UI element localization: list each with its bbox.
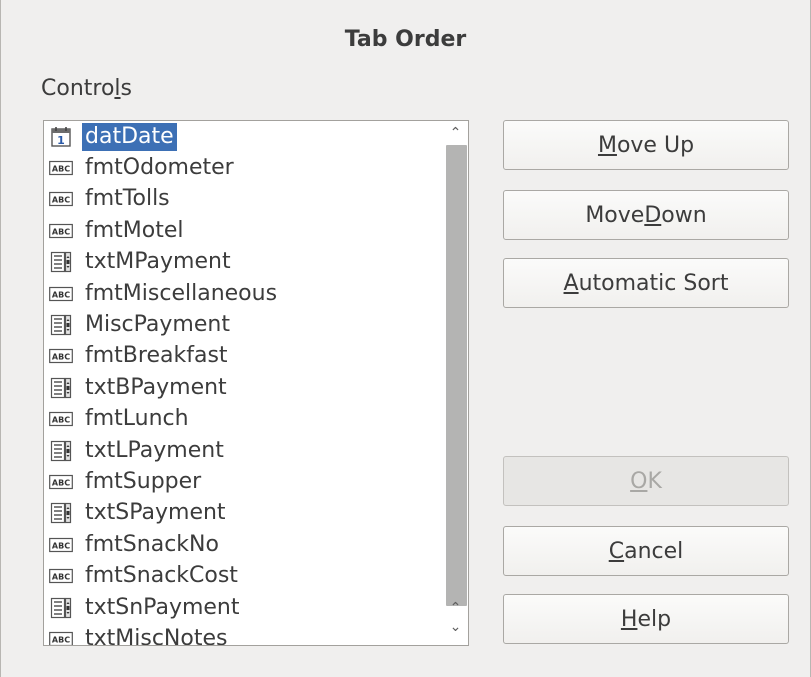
scroll-up-icon[interactable]: ⌃ <box>443 598 468 618</box>
list-item-label: txtSPayment <box>85 500 226 526</box>
controls-label: Controls <box>41 76 132 101</box>
scroll-up-top-icon[interactable]: ⌃ <box>443 123 468 143</box>
svg-text:ABC: ABC <box>52 196 70 205</box>
list-item[interactable]: ABC fmtOdometer <box>44 152 440 183</box>
move-down-label: own <box>661 202 707 228</box>
svg-text:ABC: ABC <box>52 353 70 362</box>
formatted-field-icon: ABC <box>49 471 73 493</box>
list-item-label: datDate <box>82 122 177 151</box>
help-button[interactable]: Help <box>503 594 789 644</box>
move-down-mnemonic: D <box>644 202 662 228</box>
ok-mnemonic: O <box>630 468 648 494</box>
controls-label-post: s <box>120 76 133 101</box>
list-item[interactable]: txtSPayment <box>44 498 440 529</box>
list-item[interactable]: txtLPayment <box>44 435 440 466</box>
move-down-button[interactable]: Move Down <box>503 190 789 240</box>
list-item[interactable]: ABC fmtMotel <box>44 215 440 246</box>
scroll-thumb[interactable] <box>446 145 467 606</box>
list-item-label: fmtSnackNo <box>85 531 219 557</box>
list-item-label: fmtBreakfast <box>85 343 228 369</box>
svg-text:ABC: ABC <box>52 636 70 645</box>
dialog-title: Tab Order <box>344 26 467 52</box>
list-item[interactable]: ABC fmtLunch <box>44 404 440 435</box>
automatic-sort-mnemonic: A <box>563 270 579 296</box>
list-item[interactable]: txtBPayment <box>44 372 440 403</box>
svg-text:ABC: ABC <box>52 416 70 425</box>
list-item-label: fmtOdometer <box>85 155 234 181</box>
formatted-field-icon: ABC <box>49 628 73 645</box>
formatted-field-icon: ABC <box>49 565 73 587</box>
move-up-label: ove Up <box>616 132 695 158</box>
automatic-sort-label: utomatic Sort <box>578 270 729 296</box>
list-item[interactable]: ABC fmtSnackCost <box>44 560 440 591</box>
text-box-icon <box>49 377 73 399</box>
help-label: elp <box>637 606 672 632</box>
list-item-label: fmtMiscellaneous <box>85 280 278 306</box>
list-item-label: fmtSupper <box>85 468 202 494</box>
scroll-down-icon[interactable]: ⌄ <box>443 617 468 637</box>
controls-label-pre: Contro <box>41 76 115 101</box>
text-box-icon <box>49 251 73 273</box>
formatted-field-icon: ABC <box>49 220 73 242</box>
list-item[interactable]: ABC txtMiscNotes <box>44 623 440 646</box>
list-item-label: fmtTolls <box>85 186 170 212</box>
formatted-field-icon: ABC <box>49 188 73 210</box>
list-item-label: fmtMotel <box>85 217 184 243</box>
controls-list-scrollbar[interactable]: ⌃ ⌃ ⌄ <box>443 121 468 645</box>
svg-text:ABC: ABC <box>52 165 70 174</box>
formatted-field-icon: ABC <box>49 534 73 556</box>
list-item[interactable]: ABC fmtSnackNo <box>44 529 440 560</box>
list-item[interactable]: ABC fmtBreakfast <box>44 341 440 372</box>
cancel-button[interactable]: Cancel <box>503 526 789 576</box>
move-up-mnemonic: M <box>597 132 617 158</box>
list-item-label: MiscPayment <box>85 312 230 338</box>
date-field-icon: 1 <box>49 126 73 148</box>
list-item[interactable]: 1 datDate <box>44 121 440 152</box>
list-item-label: txtLPayment <box>85 437 224 463</box>
list-item-label: txtSnPayment <box>85 594 240 620</box>
list-item[interactable]: ABC fmtTolls <box>44 184 440 215</box>
list-item[interactable]: txtMPayment <box>44 247 440 278</box>
list-item-label: txtMPayment <box>85 249 231 275</box>
svg-text:ABC: ABC <box>52 573 70 582</box>
text-box-icon <box>49 314 73 336</box>
list-item[interactable]: MiscPayment <box>44 309 440 340</box>
list-item[interactable]: ABC fmtMiscellaneous <box>44 278 440 309</box>
ok-button[interactable]: OK <box>503 456 789 506</box>
svg-text:ABC: ABC <box>52 541 70 550</box>
move-down-pre: Move <box>585 202 645 228</box>
formatted-field-icon: ABC <box>49 408 73 430</box>
svg-text:1: 1 <box>57 134 65 147</box>
controls-list-items: 1 datDate ABC fmtOdometer ABC fmtTolls ABC fmtM… <box>44 121 440 646</box>
move-up-button[interactable]: Move Up <box>503 120 789 170</box>
list-item-label: txtBPayment <box>85 374 227 400</box>
help-mnemonic: H <box>620 606 638 632</box>
ok-label: K <box>647 468 662 494</box>
cancel-mnemonic: C <box>608 538 625 564</box>
list-item-label: txtMiscNotes <box>85 625 228 646</box>
list-item[interactable]: ABC fmtSupper <box>44 466 440 497</box>
formatted-field-icon: ABC <box>49 283 73 305</box>
list-item-label: fmtSnackCost <box>85 563 238 589</box>
tab-order-dialog: Tab Order Controls 1 datDate ABC fmtOdomete… <box>0 0 811 677</box>
list-item[interactable]: txtSnPayment <box>44 592 440 623</box>
formatted-field-icon: ABC <box>49 345 73 367</box>
text-box-icon <box>49 502 73 524</box>
text-box-icon <box>49 597 73 619</box>
controls-list[interactable]: 1 datDate ABC fmtOdometer ABC fmtTolls ABC fmtM… <box>43 120 469 646</box>
svg-text:ABC: ABC <box>52 479 70 488</box>
svg-text:ABC: ABC <box>52 290 70 299</box>
svg-text:ABC: ABC <box>52 227 70 236</box>
cancel-label: ancel <box>624 538 684 564</box>
text-box-icon <box>49 440 73 462</box>
automatic-sort-button[interactable]: Automatic Sort <box>503 258 789 308</box>
formatted-field-icon: ABC <box>49 157 73 179</box>
list-item-label: fmtLunch <box>85 406 189 432</box>
